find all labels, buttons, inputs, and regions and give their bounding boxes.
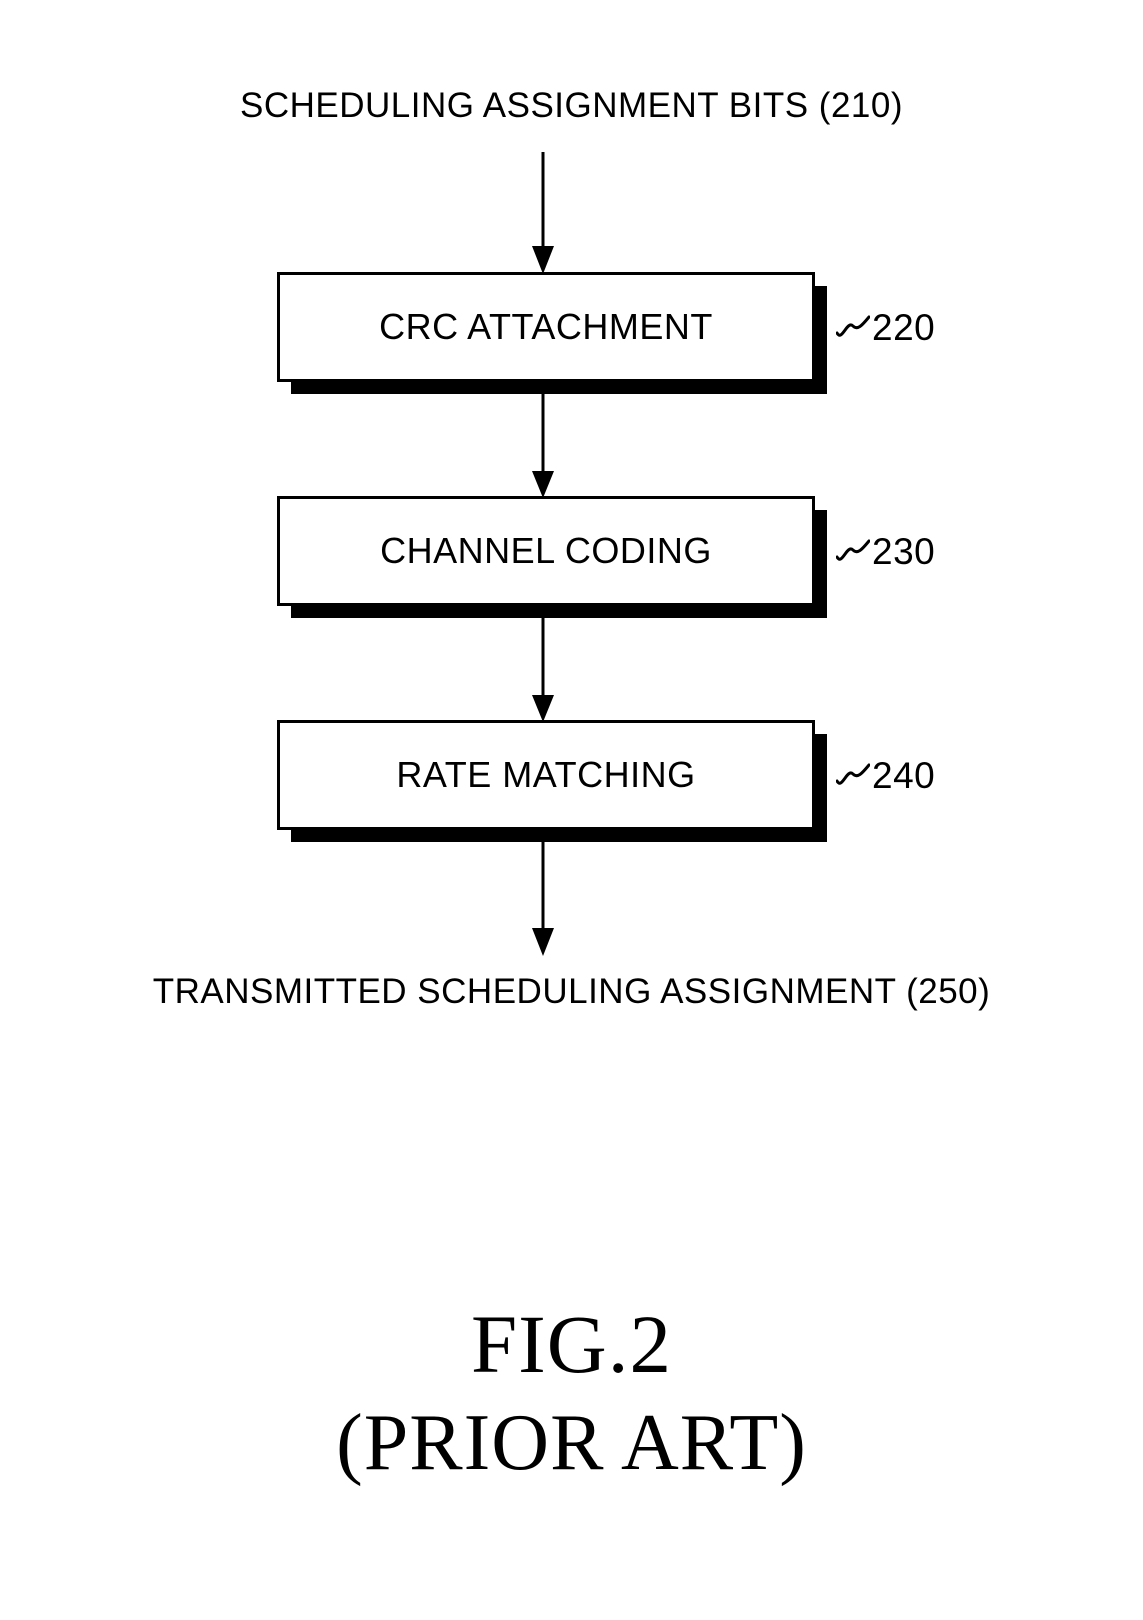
process-box-channel-coding[interactable]: CHANNEL CODING [277,496,815,606]
arrow-channel-to-rate [529,610,557,722]
arrow-crc-to-channel [529,386,557,498]
input-signal-label: SCHEDULING ASSIGNMENT BITS (210) [239,86,903,125]
leader-squiggle-icon [836,315,870,337]
leader-squiggle-icon [836,539,870,561]
process-box-label: CRC ATTACHMENT [379,306,713,347]
figure-subtitle-prior-art: (PRIOR ART) [336,1399,807,1487]
reference-number: 230 [872,530,936,572]
reference-callout-240: 240 [836,753,935,797]
process-box-crc-attachment[interactable]: CRC ATTACHMENT [277,272,815,382]
reference-callout-220: 220 [836,305,935,349]
figure-canvas: SCHEDULING ASSIGNMENT BITS (210) CRC ATT… [0,0,1143,1620]
arrow-input-to-crc [529,152,557,274]
leader-squiggle-icon [836,763,870,785]
reference-callout-230: 230 [836,529,935,573]
process-box-rate-matching[interactable]: RATE MATCHING [277,720,815,830]
process-box-label: RATE MATCHING [396,754,696,795]
figure-title: FIG.2 [471,1298,672,1390]
reference-number: 240 [872,754,936,796]
reference-number: 220 [872,306,936,348]
output-signal-label: TRANSMITTED SCHEDULING ASSIGNMENT (250) [152,972,991,1011]
arrow-rate-to-output [529,834,557,956]
process-box-label: CHANNEL CODING [380,530,712,571]
